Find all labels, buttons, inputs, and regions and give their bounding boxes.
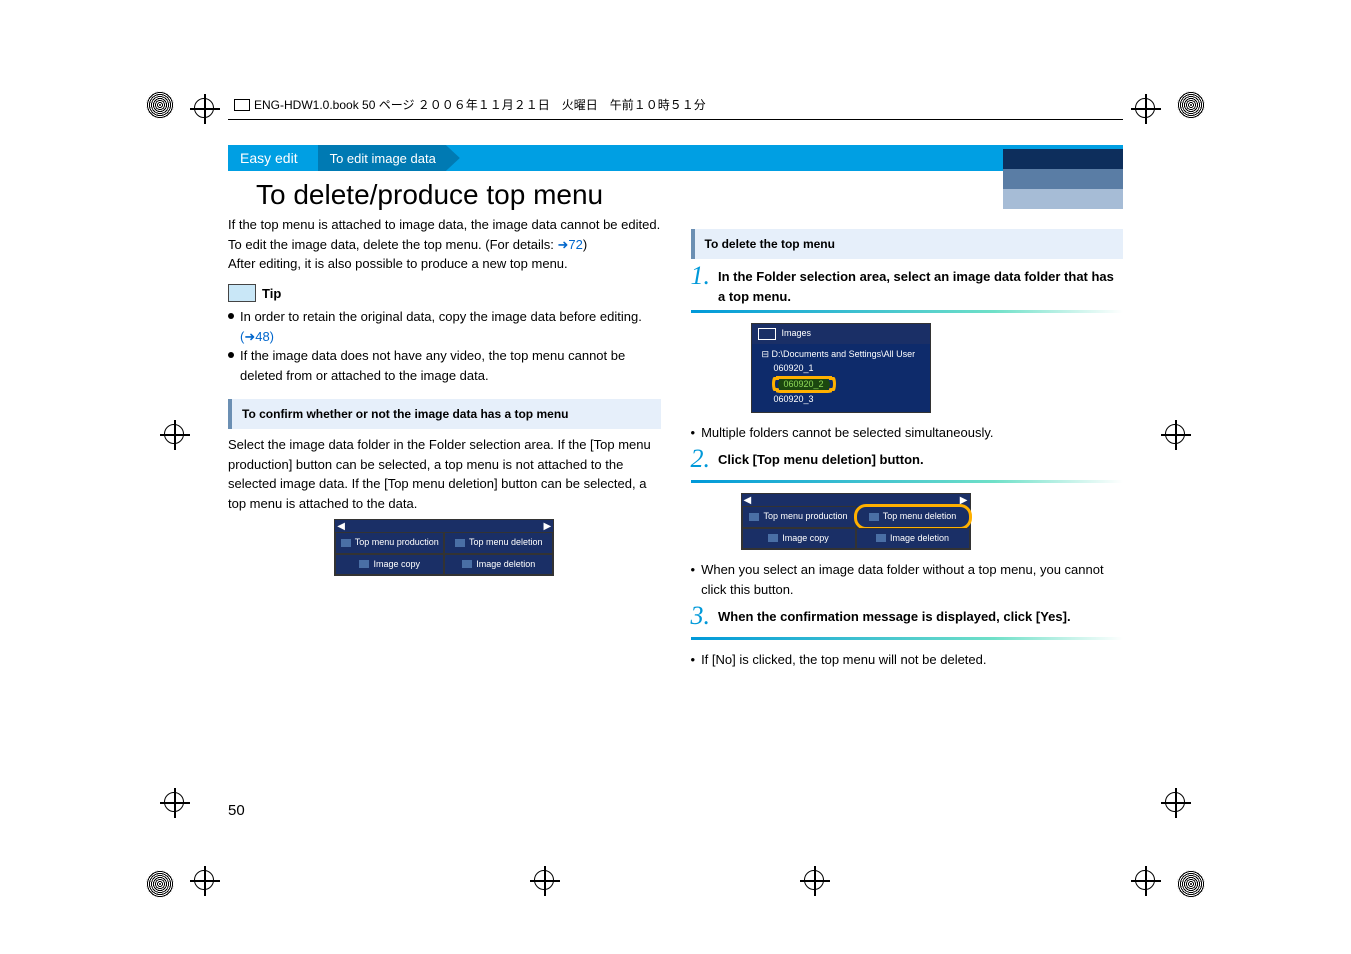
crop-mark <box>1171 864 1211 904</box>
right-column: To delete the top menu 1. In the Folder … <box>691 215 1124 674</box>
cross-mark <box>1161 788 1191 818</box>
banner: Easy edit To edit image data To delete/p… <box>228 145 1123 215</box>
intro-paragraph-2: After editing, it is also possible to pr… <box>228 254 661 274</box>
cross-mark <box>190 94 220 124</box>
subhead-confirm: To confirm whether or not the image data… <box>228 399 661 429</box>
header-text: ENG-HDW1.0.book 50 ページ ２００６年１１月２１日 火曜日 午… <box>254 96 706 113</box>
btn-image-deletion: Image deletion <box>444 554 553 576</box>
step-number-3: 3. <box>691 603 711 629</box>
page-title: To delete/produce top menu <box>256 179 1123 211</box>
btn-image-copy: Image copy <box>742 528 856 550</box>
btn-top-menu-deletion: Top menu deletion <box>444 532 553 554</box>
gradient-divider <box>691 637 1124 640</box>
screenshot-buttons-highlighted: ◀▶ Top menu production Top menu deletion… <box>741 493 971 550</box>
tip-label: Tip <box>262 284 281 304</box>
note-multiple-folders: Multiple folders cannot be selected simu… <box>691 423 1124 443</box>
confirm-paragraph: Select the image data folder in the Fold… <box>228 435 661 513</box>
cross-mark <box>1131 94 1161 124</box>
tip-bullet-1: In order to retain the original data, co… <box>228 307 661 346</box>
btn-top-menu-production: Top menu production <box>335 532 444 554</box>
btn-top-menu-deletion-highlighted: Top menu deletion <box>856 506 970 528</box>
link-48[interactable]: (➜48) <box>240 329 274 344</box>
cross-mark <box>190 866 220 896</box>
intro-paragraph: If the top menu is attached to image dat… <box>228 215 661 254</box>
banner-tab: Easy edit <box>228 150 318 166</box>
gradient-divider <box>691 310 1124 313</box>
step-number-1: 1. <box>691 263 711 302</box>
link-72[interactable]: ➜72 <box>558 237 583 252</box>
step-1: 1. In the Folder selection area, select … <box>691 267 1124 306</box>
cross-mark <box>160 788 190 818</box>
tip-bullet-2: If the image data does not have any vide… <box>228 346 661 385</box>
subhead-delete: To delete the top menu <box>691 229 1124 259</box>
cross-mark <box>160 420 190 450</box>
folder-header-icon <box>758 328 776 340</box>
btn-image-copy: Image copy <box>335 554 444 576</box>
tip-icon <box>228 284 256 302</box>
crop-mark <box>1171 85 1211 125</box>
btn-image-deletion: Image deletion <box>856 528 970 550</box>
gradient-divider <box>691 480 1124 483</box>
page-number: 50 <box>228 802 245 819</box>
cross-mark <box>1131 866 1161 896</box>
banner-subtab: To edit image data <box>318 145 460 171</box>
crop-mark <box>140 85 180 125</box>
cross-mark <box>1161 420 1191 450</box>
decorative-stripes <box>1003 145 1123 215</box>
left-column: If the top menu is attached to image dat… <box>228 215 661 674</box>
film-icon <box>234 99 250 111</box>
note-click-no: If [No] is clicked, the top menu will no… <box>691 650 1124 670</box>
step-3: 3. When the confirmation message is disp… <box>691 607 1124 633</box>
selected-folder: 060920_2 <box>778 378 830 392</box>
screenshot-folder-tree: Images ⊟ D:\Documents and Settings\All U… <box>751 323 931 413</box>
cross-mark <box>530 866 560 896</box>
screenshot-buttons: ◀▶ Top menu production Top menu deletion… <box>334 519 554 576</box>
note-no-top-menu: When you select an image data folder wit… <box>691 560 1124 599</box>
step-2: 2. Click [Top menu deletion] button. <box>691 450 1124 476</box>
btn-top-menu-production: Top menu production <box>742 506 856 528</box>
crop-mark <box>140 864 180 904</box>
step-number-2: 2. <box>691 446 711 472</box>
cross-mark <box>800 866 830 896</box>
doc-header: ENG-HDW1.0.book 50 ページ ２００６年１１月２１日 火曜日 午… <box>228 90 1123 120</box>
